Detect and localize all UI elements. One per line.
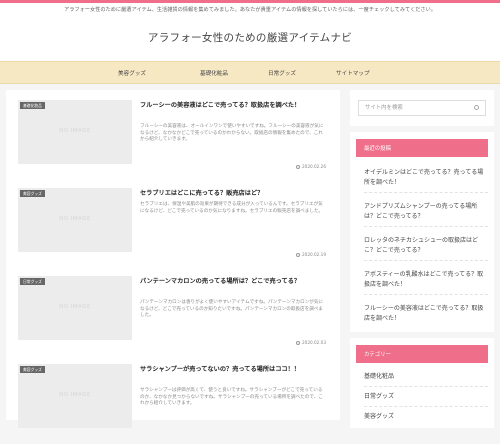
site-tagline: アラフォー女性のために厳選アイテム、生活雑貨の情報を集めてみました。あなたが貴重… — [64, 7, 436, 13]
post-card[interactable]: NO IMAGE 日常グッズ パンテーンマカロンの売ってる場所は？どこで売ってる… — [18, 276, 330, 356]
widget-heading: カテゴリー — [356, 345, 488, 363]
post-date: 2020.02.19 — [296, 252, 326, 257]
post-card[interactable]: NO IMAGE 美容グッズ セラブリエはどこに売ってる？販売店はど？ セラブリ… — [18, 188, 330, 268]
post-date: 2020.02.03 — [296, 340, 326, 345]
recent-post-link[interactable]: アンドプリズムシャンプーの売ってる場所は？どこで売ってる？ — [364, 202, 488, 222]
category-link[interactable]: 美容グッズ — [364, 412, 488, 422]
widget-title: カテゴリー — [364, 352, 391, 358]
divider — [364, 406, 488, 407]
recent-post-link[interactable]: フルーシーの美容液はどこで売ってる？取扱店を調べた！ — [364, 304, 488, 324]
post-thumbnail[interactable]: NO IMAGE 美容グッズ — [18, 364, 132, 428]
site-title[interactable]: アラフォー女性のための厳選アイテムナビ — [0, 30, 500, 45]
no-image-placeholder: NO IMAGE — [59, 128, 91, 134]
divider — [364, 294, 488, 295]
categories-widget: カテゴリー 基礎化粧品 日常グッズ 美容グッズ — [350, 338, 494, 428]
nav-item-sitemap[interactable]: サイトマップ — [336, 69, 370, 77]
category-badge: 日常グッズ — [20, 278, 45, 285]
post-card[interactable]: NO IMAGE 基礎化粧品 フルーシーの美容液はどこで売ってる？取扱店を調べた… — [18, 100, 330, 180]
post-thumbnail[interactable]: NO IMAGE 基礎化粧品 — [18, 100, 132, 164]
no-image-placeholder: NO IMAGE — [59, 216, 91, 222]
post-date-text: 2020.02.03 — [302, 340, 326, 345]
post-thumbnail[interactable]: NO IMAGE 美容グッズ — [18, 188, 132, 252]
post-title[interactable]: フルーシーの美容液はどこで売ってる？取扱店を調べた！ — [140, 101, 320, 111]
global-nav: 美容グッズ 基礎化粧品 日常グッズ サイトマップ — [0, 61, 500, 84]
post-list: NO IMAGE 基礎化粧品 フルーシーの美容液はどこで売ってる？取扱店を調べた… — [6, 90, 340, 428]
recent-post-link[interactable]: ロレッタのネチカシュシューの取扱店はどこ？どこで売ってる？ — [364, 236, 488, 256]
nav-item-basic-cosmetics[interactable]: 基礎化粧品 — [200, 69, 228, 77]
search-icon[interactable] — [474, 105, 479, 110]
post-title[interactable]: セラブリエはどこに売ってる？販売店はど？ — [140, 189, 320, 199]
post-title[interactable]: パンテーンマカロンの売ってる場所は？どこで売ってる？ — [140, 277, 320, 287]
accent-top-line — [0, 0, 500, 3]
search-placeholder: サイト内を検索 — [365, 105, 403, 111]
category-link[interactable]: 日常グッズ — [364, 392, 488, 402]
post-excerpt: パンテーンマカロンは香りがよく使いやすいアイテムですね。パンテーンマカロンが気に… — [140, 300, 324, 319]
search-input[interactable]: サイト内を検索 — [358, 100, 486, 116]
recent-post-link[interactable]: オイデルミンはどこで売ってる？売ってる場所を調べた！ — [364, 168, 488, 188]
nav-item-daily-goods[interactable]: 日常グッズ — [268, 69, 296, 77]
widget-title: 最近の投稿 — [364, 146, 391, 152]
search-widget: サイト内を検索 — [350, 90, 494, 126]
clock-icon — [296, 165, 301, 169]
post-date-text: 2020.02.19 — [302, 252, 326, 257]
post-date-text: 2020.02.26 — [302, 164, 326, 169]
no-image-placeholder: NO IMAGE — [59, 304, 91, 310]
clock-icon — [296, 341, 301, 345]
post-excerpt: フルーシーの美容液は、オールインワンで使いやすいですね。フルーシーの美容液が気に… — [140, 124, 324, 143]
divider — [364, 192, 488, 193]
no-image-placeholder: NO IMAGE — [59, 392, 91, 398]
post-card[interactable]: NO IMAGE 美容グッズ サラシャンプーが売ってないの？売ってる場所はココ！… — [18, 364, 330, 444]
nav-item-beauty-goods[interactable]: 美容グッズ — [118, 69, 146, 77]
category-badge: 美容グッズ — [20, 190, 45, 197]
post-title[interactable]: サラシャンプーが売ってないの？売ってる場所はココ！！ — [140, 365, 320, 375]
post-excerpt: サラシャンプーは評価が高くて、使うと良いですね。サラシャンプーがどこで売っている… — [140, 388, 323, 407]
post-date: 2020.02.26 — [296, 164, 326, 169]
divider — [364, 260, 488, 261]
post-thumbnail[interactable]: NO IMAGE 日常グッズ — [18, 276, 132, 340]
divider — [364, 226, 488, 227]
divider — [364, 386, 488, 387]
clock-icon — [296, 253, 301, 257]
recent-posts-widget: 最近の投稿 オイデルミンはどこで売ってる？売ってる場所を調べた！ アンドプリズム… — [350, 132, 494, 332]
widget-heading: 最近の投稿 — [356, 139, 488, 157]
recent-post-link[interactable]: アボスティーの乳酸水はどこで売ってる？取扱店を調べた！ — [364, 270, 488, 290]
category-badge: 基礎化粧品 — [20, 102, 45, 109]
post-excerpt: セラブリエは、保湿や美肌の効果が期待できる成分が入っているんです。セラブリエが気… — [140, 202, 324, 214]
category-badge: 美容グッズ — [20, 366, 45, 373]
category-link[interactable]: 基礎化粧品 — [364, 372, 488, 382]
